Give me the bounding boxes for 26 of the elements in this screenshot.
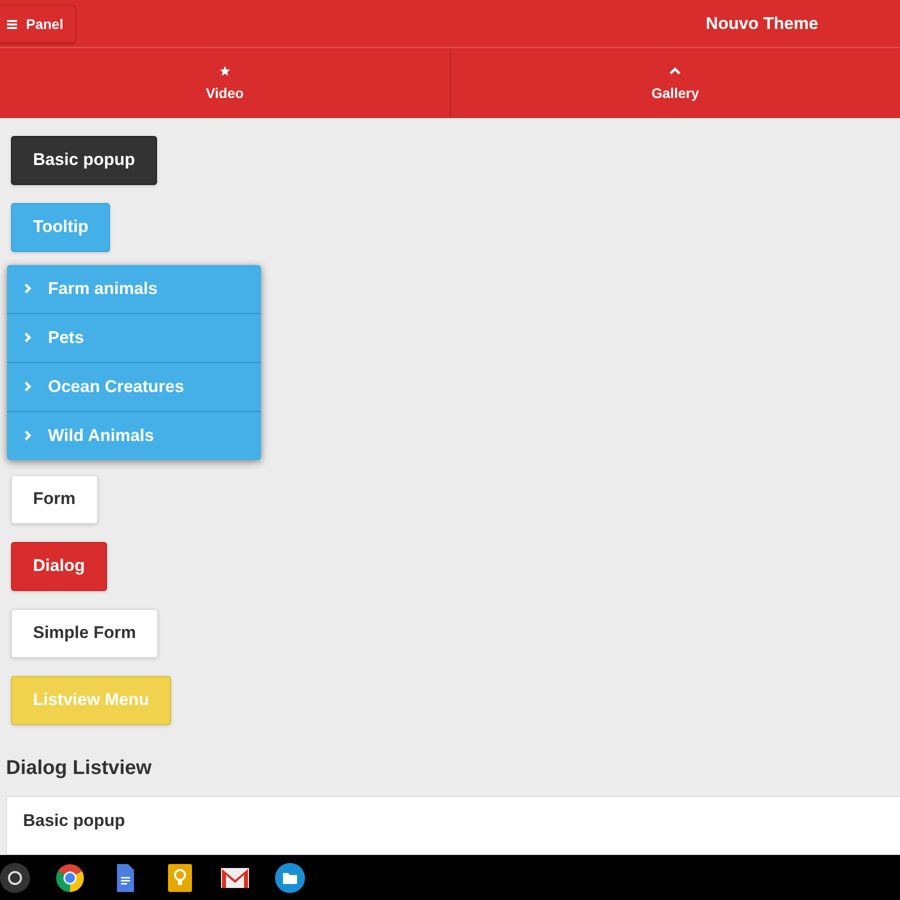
lightbulb-icon[interactable] <box>165 862 195 892</box>
section-heading: Dialog Listview <box>6 756 152 780</box>
chevron-icon <box>24 430 32 442</box>
nav-tab[interactable]: Video <box>0 48 450 117</box>
list-item[interactable]: Farm animals <box>7 264 261 313</box>
chevron-icon <box>24 381 32 392</box>
list-item[interactable]: Pets <box>7 312 261 362</box>
chevron-icon <box>24 283 32 294</box>
popup-button[interactable]: Dialog <box>11 542 107 591</box>
list-item[interactable]: Ocean Creatures <box>7 362 261 411</box>
popup-button[interactable]: Simple Form <box>11 608 158 658</box>
nav-tab[interactable]: Gallery <box>450 48 900 117</box>
list-item[interactable]: Wild Animals <box>7 410 261 460</box>
popup-button[interactable]: Form <box>11 474 98 524</box>
list-item[interactable]: Basic popup <box>7 796 126 831</box>
launcher-icon[interactable] <box>0 862 30 892</box>
folder-icon[interactable] <box>275 862 305 892</box>
menu-icon <box>7 18 17 28</box>
caret-up-icon <box>669 64 682 76</box>
star-icon <box>218 64 231 76</box>
popup-button[interactable]: Basic popup <box>11 136 158 185</box>
chevron-icon <box>24 332 32 344</box>
panel-button[interactable]: Panel <box>0 4 76 42</box>
page-title: Nouvo Theme <box>704 14 820 34</box>
popup-button[interactable]: Tooltip <box>11 202 110 252</box>
browser-icon[interactable] <box>55 862 85 892</box>
